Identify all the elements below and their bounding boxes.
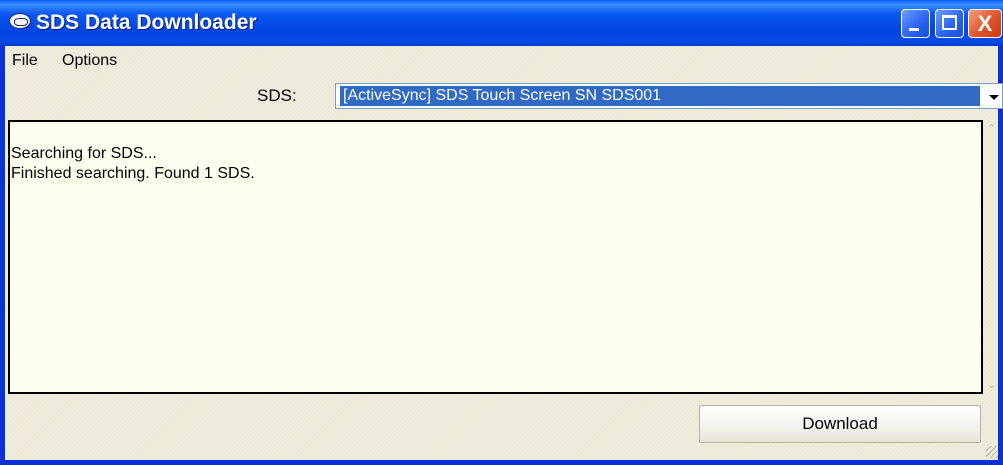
log-line: Searching for SDS...: [11, 145, 157, 162]
resize-grip-icon[interactable]: [986, 446, 998, 458]
sds-app-icon[interactable]: [9, 13, 31, 29]
sds-device-selected-value[interactable]: [ActiveSync] SDS Touch Screen SN SDS001: [340, 86, 980, 106]
maximize-button[interactable]: [935, 9, 964, 38]
sds-label: SDS:: [257, 86, 297, 105]
close-button[interactable]: X: [968, 9, 1002, 38]
close-icon: X: [977, 11, 993, 36]
window-bottom-border: [5, 460, 998, 465]
scroll-up-icon[interactable]: ⌃: [986, 122, 997, 136]
download-button[interactable]: Download: [699, 405, 981, 443]
scroll-down-icon[interactable]: ⌄: [986, 378, 997, 392]
minimize-button[interactable]: [901, 9, 930, 38]
log-line: Finished searching. Found 1 SDS.: [11, 165, 255, 182]
sds-device-select[interactable]: [ActiveSync] SDS Touch Screen SN SDS001: [335, 83, 1003, 109]
maximize-icon: [942, 15, 957, 30]
menu-file[interactable]: File: [12, 52, 38, 70]
dropdown-arrow-icon[interactable]: [984, 84, 1002, 108]
status-log[interactable]: Searching for SDS... Finished searching.…: [8, 120, 983, 394]
title-bar[interactable]: SDS Data Downloader X: [0, 0, 1003, 46]
app-window: SDS Data Downloader X File Options SDS: …: [0, 0, 1003, 465]
log-scrollbar[interactable]: ⌃ ⌄: [985, 120, 998, 394]
window-title: SDS Data Downloader: [36, 11, 257, 34]
menu-bar: File Options: [5, 46, 998, 74]
window-client-area: File Options SDS: [ActiveSync] SDS Touch…: [5, 46, 1003, 460]
minimize-icon: [909, 28, 919, 31]
menu-options[interactable]: Options: [62, 52, 117, 70]
